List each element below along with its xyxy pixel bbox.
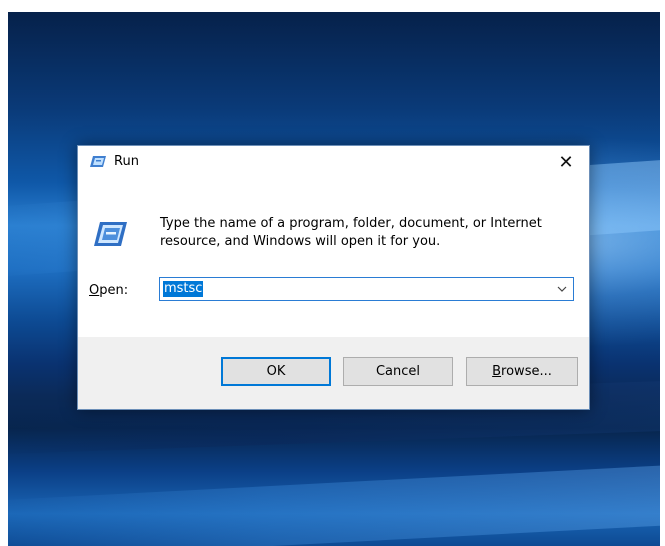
close-icon: ✕ xyxy=(558,151,574,173)
open-combobox[interactable]: mstsc xyxy=(159,277,574,301)
open-label: Open: xyxy=(89,283,128,298)
cancel-button[interactable]: Cancel xyxy=(343,357,453,386)
dialog-title: Run xyxy=(114,154,139,169)
chevron-down-icon[interactable] xyxy=(556,281,568,297)
close-button[interactable]: ✕ xyxy=(543,146,589,178)
run-icon xyxy=(90,156,106,167)
run-dialog: Run ✕ Type the name of a program, folder… xyxy=(77,145,590,410)
ok-button-label: OK xyxy=(266,364,286,379)
wallpaper-light-streak xyxy=(8,462,660,546)
run-icon xyxy=(94,222,127,246)
chevron-down-icon-glyph xyxy=(557,286,567,292)
title-bar[interactable]: Run ✕ xyxy=(78,146,589,178)
ok-button[interactable]: OK xyxy=(221,357,331,386)
cancel-button-label: Cancel xyxy=(375,364,421,379)
open-label-accelerator: O xyxy=(89,283,100,298)
browse-button-accelerator: B xyxy=(492,364,502,379)
open-label-text: pen: xyxy=(99,283,129,298)
browse-button[interactable]: Browse... xyxy=(466,357,578,386)
browse-button-label: rowse... xyxy=(501,364,552,379)
open-input-value[interactable]: mstsc xyxy=(163,281,204,297)
instruction-text: Type the name of a program, folder, docu… xyxy=(160,216,542,249)
